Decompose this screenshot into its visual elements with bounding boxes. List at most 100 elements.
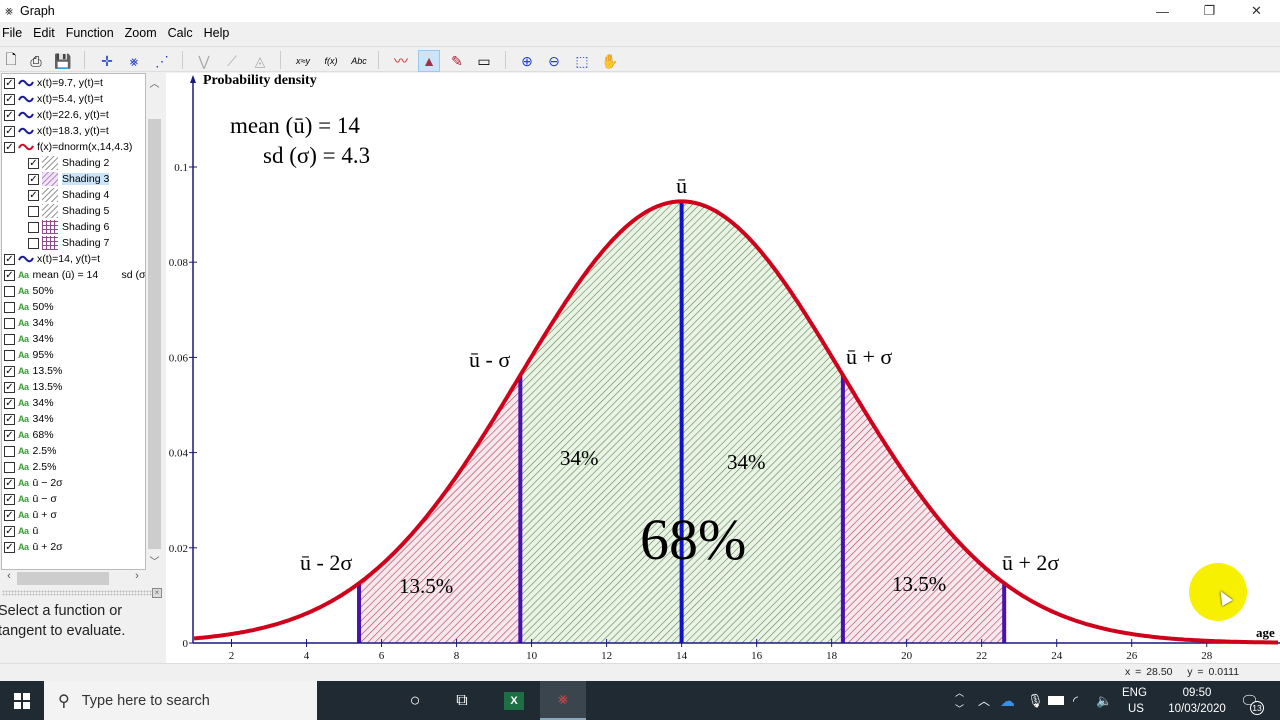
function-list-item[interactable]: ✓ Aa ū + σ xyxy=(4,507,57,523)
function-list-item[interactable]: ✓ Shading 2 xyxy=(28,155,109,171)
new-button[interactable]: 🗋 xyxy=(0,50,22,72)
visibility-checkbox[interactable] xyxy=(4,317,15,329)
visibility-checkbox[interactable] xyxy=(4,285,15,297)
menu-file[interactable]: File xyxy=(0,26,30,40)
zoom-in-button[interactable]: ⊕ xyxy=(516,50,538,72)
shading-button[interactable]: ◬ xyxy=(249,50,271,72)
function-list-item[interactable]: Aa 34% xyxy=(4,331,54,347)
function-list-item[interactable]: ✓ Aa 34% xyxy=(4,395,54,411)
insert-line-button[interactable]: 〰 xyxy=(390,50,412,72)
zoom-square-button[interactable]: ⬚ xyxy=(571,50,593,72)
label-button[interactable]: Abc xyxy=(348,50,370,72)
visibility-checkbox[interactable]: ✓ xyxy=(4,509,15,521)
visibility-checkbox[interactable]: ✓ xyxy=(28,157,39,169)
normal-distribution-chart[interactable]: 00.020.040.060.080.12 4 6 8 10 12 14 16 18 20 22 24… xyxy=(166,73,1280,663)
visibility-checkbox[interactable] xyxy=(4,333,15,345)
insert-shade-button[interactable]: ▲ xyxy=(418,50,440,72)
function-list-item[interactable]: ✓ Aa ū xyxy=(4,523,38,539)
microphone-icon[interactable]: 🎙 xyxy=(1027,681,1044,720)
onedrive-icon[interactable]: ☁ xyxy=(1000,681,1015,720)
function-list-vertical-scrollbar[interactable]: ︿ ﹀ xyxy=(146,73,163,570)
function-list-item[interactable]: ✓ Shading 4 xyxy=(28,187,109,203)
show-hidden-icons[interactable]: ︿ xyxy=(978,681,990,720)
language-indicator[interactable]: ENG US xyxy=(1122,681,1147,720)
function-list-item[interactable]: ✓ x(t)=5.4, y(t)=t xyxy=(4,91,103,107)
scroll-down-icon[interactable]: ﹀ xyxy=(146,553,163,569)
visibility-checkbox[interactable]: ✓ xyxy=(4,253,15,265)
wifi-icon[interactable]: ◜ xyxy=(1073,681,1078,720)
restore-button[interactable]: ❐ xyxy=(1186,0,1233,22)
tray-scroll[interactable]: ︿ ﹀ xyxy=(955,681,964,720)
visibility-checkbox[interactable]: ✓ xyxy=(28,189,39,201)
menu-edit[interactable]: Edit xyxy=(30,26,63,40)
scroll-thumb[interactable] xyxy=(148,119,161,549)
taskbar-search-box[interactable]: ⚲ Type here to search xyxy=(44,681,317,720)
function-list-item[interactable]: ✓ Aa ū − σ xyxy=(4,491,57,507)
visibility-checkbox[interactable]: ✓ xyxy=(28,173,39,185)
function-list-item[interactable]: Aa 2.5% xyxy=(4,459,56,475)
visibility-checkbox[interactable]: ✓ xyxy=(4,541,15,553)
function-list-item[interactable]: ✓ x(t)=9.7, y(t)=t xyxy=(4,75,103,91)
scroll-right-icon[interactable]: › xyxy=(129,570,145,587)
visibility-checkbox[interactable]: ✓ xyxy=(4,413,15,425)
trendline-button[interactable]: x≈y xyxy=(292,50,314,72)
function-list-item[interactable]: ✓ f(x)=dnorm(x,14,4.3) xyxy=(4,139,132,155)
zoom-out-button[interactable]: ⊖ xyxy=(543,50,565,72)
function-list-item[interactable]: Shading 7 xyxy=(28,235,109,251)
function-list-item[interactable]: Shading 5 xyxy=(28,203,109,219)
function-list-item[interactable]: ✓ Aa 34% xyxy=(4,411,54,427)
scroll-thumb-horizontal[interactable] xyxy=(17,572,109,585)
function-list-item[interactable]: ✓ Aa 13.5% xyxy=(4,363,62,379)
visibility-checkbox[interactable] xyxy=(4,349,15,361)
visibility-checkbox[interactable]: ✓ xyxy=(4,365,15,377)
visibility-checkbox[interactable]: ✓ xyxy=(4,93,15,105)
visibility-checkbox[interactable]: ✓ xyxy=(4,525,15,537)
insert-point-series-button[interactable]: ⋰ xyxy=(151,50,173,72)
print-button[interactable]: ⎙ xyxy=(25,50,47,72)
excel-taskbar-icon[interactable]: X xyxy=(491,681,537,720)
volume-icon[interactable]: 🔈 xyxy=(1096,681,1112,720)
visibility-checkbox[interactable] xyxy=(28,237,39,249)
menu-zoom[interactable]: Zoom xyxy=(122,26,165,40)
function-list-item[interactable]: ✓ x(t)=14, y(t)=t xyxy=(4,251,100,267)
visibility-checkbox[interactable]: ✓ xyxy=(4,381,15,393)
save-button[interactable]: 💾 xyxy=(52,50,74,72)
evaluate-button[interactable]: f(x) xyxy=(320,50,342,72)
visibility-checkbox[interactable]: ✓ xyxy=(4,429,15,441)
function-list-item[interactable]: Aa 34% xyxy=(4,315,54,331)
function-list-item[interactable]: ✓ Aa 68% xyxy=(4,427,54,443)
function-list-horizontal-scrollbar[interactable]: ‹ › xyxy=(1,570,146,587)
close-button[interactable]: ✕ xyxy=(1233,0,1280,22)
hand-pan-button[interactable]: ✋ xyxy=(599,50,621,72)
panel-grip[interactable] xyxy=(2,590,152,596)
window-button[interactable]: ▭ xyxy=(473,50,495,72)
battery-icon[interactable] xyxy=(1048,681,1064,720)
menu-help[interactable]: Help xyxy=(201,26,238,40)
visibility-checkbox[interactable]: ✓ xyxy=(4,493,15,505)
minimize-button[interactable]: — xyxy=(1139,0,1186,22)
scroll-left-icon[interactable]: ‹ xyxy=(1,570,17,587)
function-list-item[interactable]: ✓ Aa 13.5% xyxy=(4,379,62,395)
notifications-icon[interactable]: 🗨 13 xyxy=(1240,681,1264,720)
scroll-up-icon[interactable]: ︿ xyxy=(146,75,163,91)
visibility-checkbox[interactable] xyxy=(4,445,15,457)
visibility-checkbox[interactable]: ✓ xyxy=(4,397,15,409)
visibility-checkbox[interactable]: ✓ xyxy=(4,477,15,489)
visibility-checkbox[interactable] xyxy=(4,461,15,473)
start-button[interactable] xyxy=(0,681,44,720)
cortana-icon[interactable]: ○ xyxy=(392,681,438,720)
visibility-checkbox[interactable] xyxy=(28,205,39,217)
function-list-item[interactable]: Shading 6 xyxy=(28,219,109,235)
function-list-item[interactable]: ✓ x(t)=18.3, y(t)=t xyxy=(4,123,109,139)
function-list-item[interactable]: ✓ Aa ū + 2σ xyxy=(4,539,63,555)
menu-function[interactable]: Function xyxy=(63,26,122,40)
function-list-item[interactable]: ✓ Aa ū − 2σ xyxy=(4,475,63,491)
visibility-checkbox[interactable]: ✓ xyxy=(4,109,15,121)
function-list-item[interactable]: ✓ Aa mean (ū) = 14 sd (σ xyxy=(4,267,145,283)
graph-taskbar-icon[interactable]: ⨳ xyxy=(540,681,586,720)
function-list-item[interactable]: Aa 2.5% xyxy=(4,443,56,459)
function-list-item[interactable]: ✓ x(t)=22.6, y(t)=t xyxy=(4,107,109,123)
visibility-checkbox[interactable]: ✓ xyxy=(4,77,15,89)
graph-area[interactable]: 0 0.02 0.04 0.06 0.08 0.1 2 4 6 8 10 12 14 16 18 20 22 24… xyxy=(166,73,1280,663)
tangent-button[interactable]: ⋁ xyxy=(193,50,215,72)
